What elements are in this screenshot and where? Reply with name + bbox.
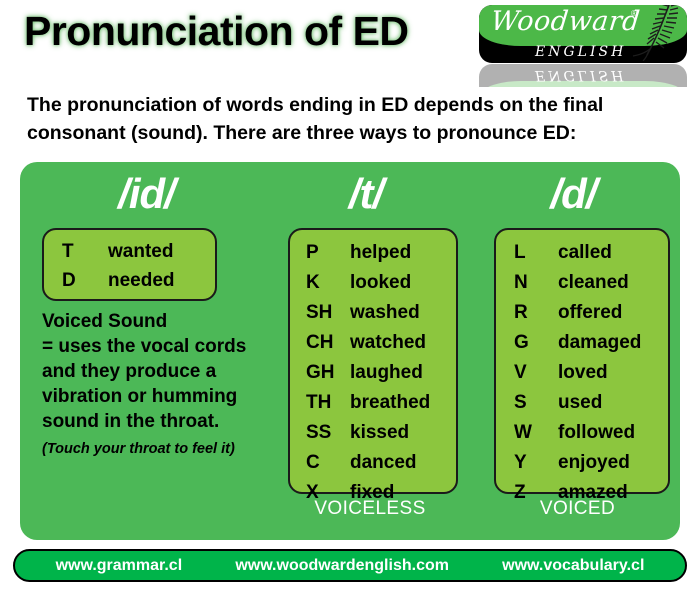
footer-link-grammar[interactable]: www.grammar.cl (56, 557, 183, 575)
word-row: V loved (514, 363, 668, 382)
example-word: watched (350, 332, 427, 353)
word-row: SH washed (306, 303, 456, 322)
word-row: CH watched (306, 333, 456, 352)
consonant-letter: SH (306, 302, 333, 323)
word-row: D needed (62, 271, 215, 290)
voice-label-voiceless: VOICELESS (314, 498, 426, 519)
note-body: = uses the vocal cords and they produce … (42, 335, 247, 432)
main-panel: /id/ T wanted D needed Voiced Sound = us… (20, 162, 680, 540)
example-word: washed (350, 302, 420, 323)
word-row: K looked (306, 273, 456, 292)
word-row: Y enjoyed (514, 453, 668, 472)
consonant-letter: G (514, 332, 529, 353)
word-row: C danced (306, 453, 456, 472)
example-word: danced (350, 452, 417, 473)
consonant-letter: N (514, 272, 528, 293)
page-title: Pronunciation of ED (24, 8, 409, 54)
consonant-letter: Y (514, 452, 527, 473)
example-word: enjoyed (558, 452, 630, 473)
consonant-letter: S (514, 392, 527, 413)
footer-link-woodwardenglish[interactable]: www.woodwardenglish.com (235, 557, 449, 575)
intro-text: The pronunciation of words ending in ED … (27, 94, 604, 144)
consonant-letter: V (514, 362, 527, 383)
woodward-english-logo[interactable]: Woodward ® ENGLISH ENGLISH (479, 5, 687, 87)
word-row: N cleaned (514, 273, 668, 292)
logo-reflection: ENGLISH (479, 64, 687, 87)
example-word: laughed (350, 362, 423, 383)
logo-sub-text: ENGLISH (535, 44, 627, 60)
logo-brand-text: Woodward (489, 6, 642, 37)
word-row: SS kissed (306, 423, 456, 442)
example-word: breathed (350, 392, 431, 413)
consonant-letter: W (514, 422, 532, 443)
example-word: looked (350, 272, 412, 293)
consonant-letter: K (306, 272, 320, 293)
example-word: helped (350, 242, 412, 263)
example-word: needed (108, 270, 175, 291)
example-word: wanted (108, 241, 174, 262)
example-word: loved (558, 362, 608, 383)
example-word: followed (558, 422, 636, 443)
consonant-letter: SS (306, 422, 332, 443)
consonant-letter: GH (306, 362, 335, 383)
example-word: damaged (558, 332, 642, 353)
word-row: GH laughed (306, 363, 456, 382)
column-d: /d/ L called N cleaned R offered G damag… (467, 162, 680, 540)
logo-reflection-sub-text: ENGLISH (535, 67, 627, 83)
note-footnote: (Touch your throat to feel it) (42, 441, 235, 458)
consonant-letter: D (62, 270, 76, 291)
word-box-t: P helped K looked SH washed CH watched G… (288, 228, 458, 502)
word-row: S used (514, 393, 668, 412)
word-row: R offered (514, 303, 668, 322)
column-heading-id: /id/ (118, 170, 176, 217)
consonant-letter: L (514, 242, 526, 263)
consonant-letter: R (514, 302, 528, 323)
example-word: kissed (350, 422, 410, 443)
word-row: TH breathed (306, 393, 456, 412)
column-heading-t: /t/ (348, 170, 384, 217)
column-id: /id/ T wanted D needed Voiced Sound = us… (20, 162, 265, 540)
word-box-d: L called N cleaned R offered G damaged V (494, 228, 670, 502)
voiced-sound-note: Voiced Sound = uses the vocal cords and … (42, 310, 247, 459)
example-word: used (558, 392, 603, 413)
fern-leaf-icon (632, 5, 679, 61)
example-word: cleaned (558, 272, 629, 293)
column-t: /t/ P helped K looked SH washed CH watch… (265, 162, 467, 540)
column-heading-d: /d/ (550, 170, 598, 217)
logo-card: Woodward ® ENGLISH (479, 5, 687, 63)
voice-label-voiced: VOICED (539, 498, 616, 519)
word-box-id: T wanted D needed (42, 228, 217, 301)
consonant-letter: CH (306, 332, 334, 353)
consonant-letter: C (306, 452, 320, 473)
word-row: G damaged (514, 333, 668, 352)
word-row: P helped (306, 243, 456, 262)
header: Pronunciation of ED Woodward ® ENGLISH E… (0, 0, 700, 88)
footer-bar: www.grammar.cl www.woodwardenglish.com w… (13, 549, 687, 582)
note-title: Voiced Sound (42, 311, 168, 332)
word-row: L called (514, 243, 668, 262)
footer-link-vocabulary[interactable]: www.vocabulary.cl (502, 557, 644, 575)
consonant-letter: P (306, 242, 319, 263)
word-row: W followed (514, 423, 668, 442)
example-word: offered (558, 302, 623, 323)
consonant-letter: TH (306, 392, 332, 413)
word-row: T wanted (62, 242, 215, 261)
example-word: called (558, 242, 612, 263)
consonant-letter: T (62, 241, 74, 262)
